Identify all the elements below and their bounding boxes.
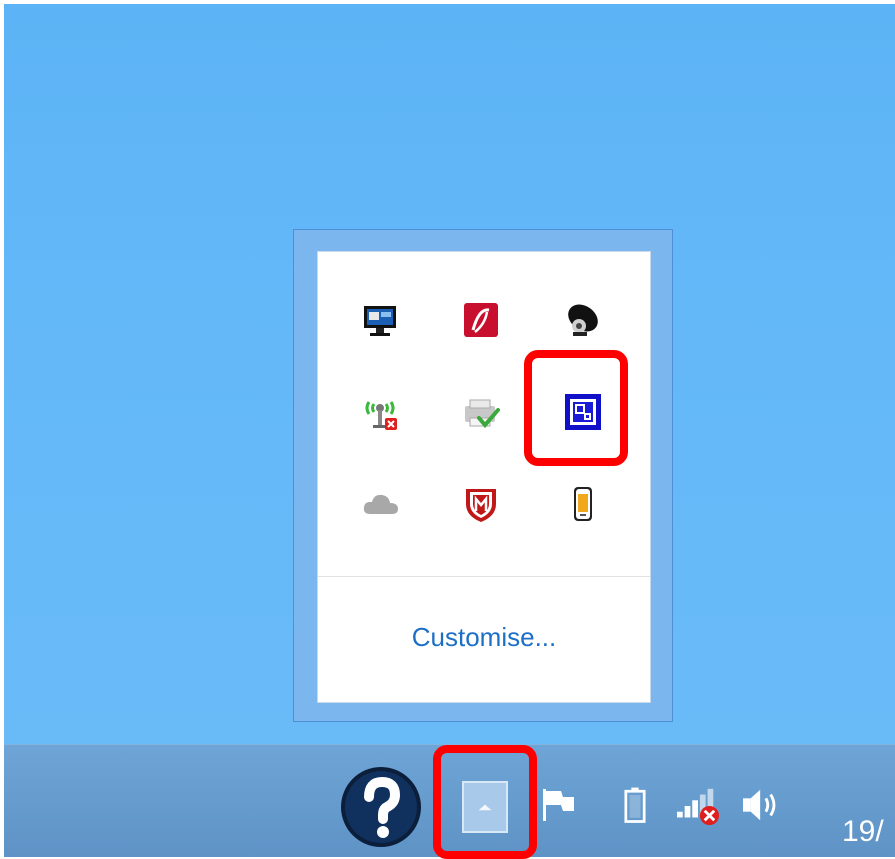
notification-overflow-flyout: Customise...	[293, 229, 673, 722]
help-question-icon[interactable]	[338, 764, 424, 850]
flyout-divider	[318, 576, 650, 577]
wireless-disconnected-icon[interactable]	[357, 388, 405, 436]
battery-icon[interactable]	[620, 784, 650, 826]
phone-icon[interactable]	[559, 480, 607, 528]
red-app-icon[interactable]	[457, 296, 505, 344]
satellite-dish-icon[interactable]	[559, 296, 607, 344]
blue-square-app-icon[interactable]	[559, 388, 607, 436]
printer-check-icon[interactable]	[457, 388, 505, 436]
customise-link[interactable]: Customise...	[318, 622, 650, 653]
mcafee-shield-icon[interactable]	[457, 480, 505, 528]
action-center-flag-icon[interactable]	[538, 784, 580, 826]
screen: Customise... 19/	[0, 0, 895, 859]
volume-icon[interactable]	[738, 784, 788, 826]
show-hidden-icons-button[interactable]	[456, 774, 514, 840]
display-monitor-icon[interactable]	[357, 296, 405, 344]
clock-date[interactable]: 19/	[842, 815, 884, 849]
cloud-icon[interactable]	[357, 480, 405, 528]
flyout-panel: Customise...	[317, 251, 651, 703]
chevron-up-icon	[462, 781, 508, 833]
network-disconnected-icon[interactable]	[674, 784, 722, 828]
